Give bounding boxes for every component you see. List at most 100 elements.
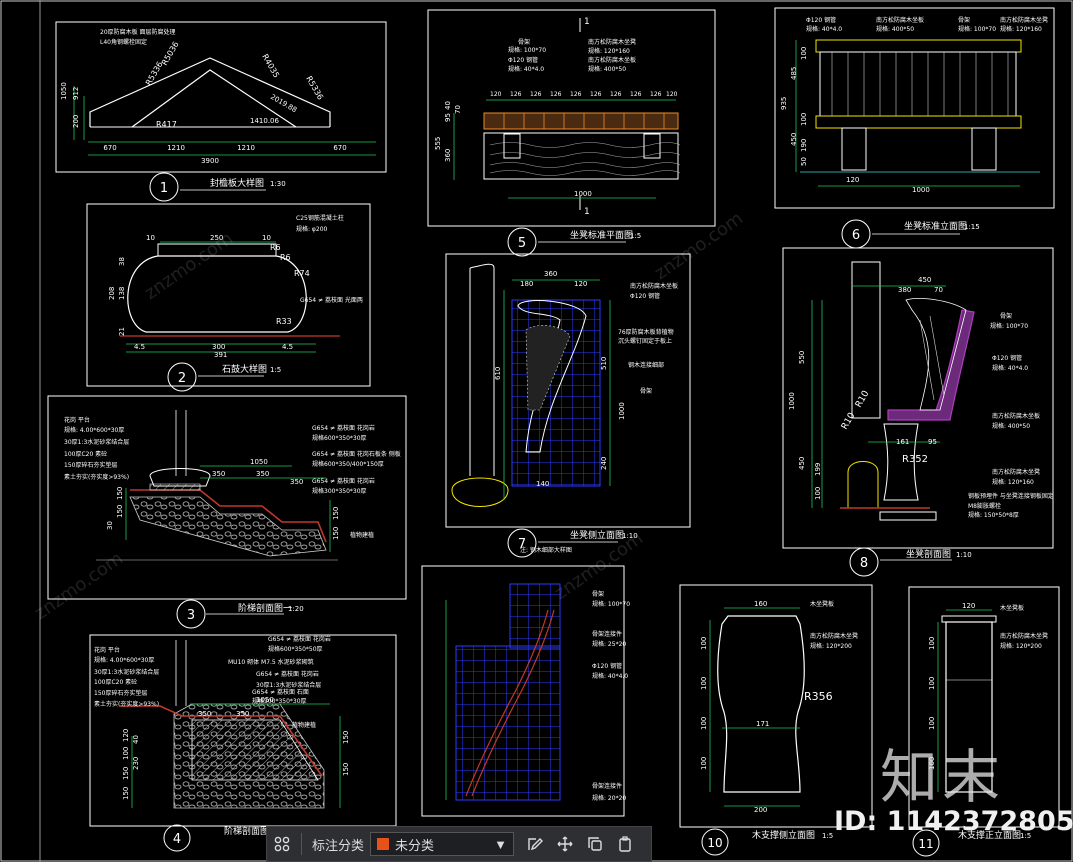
p5-dim-1000: 1000 (574, 190, 592, 198)
p8-r-352: R352 (902, 454, 928, 465)
paste-icon[interactable] (610, 829, 640, 859)
p8-dim-95: 95 (928, 438, 937, 446)
p9-note-7: 骨架连接件 (592, 782, 622, 790)
p3-note-6: 素土夯实(夯实度>93%) (64, 473, 129, 481)
chevron-down-icon: ▼ (494, 836, 508, 852)
p7-dim-240: 240 (600, 457, 608, 470)
p6-dim-1000: 1000 (912, 186, 930, 194)
p7-note-5: 钢木连接细部 (628, 361, 664, 369)
p7-note-2: Φ120 钢管 (630, 292, 660, 300)
p2-r1: R6 (270, 243, 281, 252)
title-11-num: 11 (918, 837, 933, 851)
panel-3-drawing: 花岗 平台 规格: 4.00*600*30厚 30厚1:3水泥砂浆结合层 100… (64, 410, 401, 561)
p5-dim-126g: 126 (630, 91, 642, 98)
p3-dim-150d: 150 (332, 527, 340, 540)
p1-dim-d: 670 (333, 144, 346, 152)
p8-dim-450: 450 (798, 457, 806, 470)
p6-dim-50: 50 (800, 157, 808, 166)
p10-dim-171: 171 (756, 720, 769, 728)
copy-icon[interactable] (580, 829, 610, 859)
p11-note-2: 南方松防腐木坐凳 (1000, 632, 1048, 640)
watermark-logo: 知末 (880, 743, 1005, 811)
p3-dim-350a: 350 (212, 470, 225, 478)
paste-icon-svg (619, 836, 631, 852)
p4-dim-150c: 150 (122, 787, 130, 800)
p2-dim-391: 391 (214, 351, 227, 359)
p8-dim-100: 100 (814, 487, 822, 500)
title-3-text: 阶梯剖面图一 (238, 602, 292, 614)
p7-note-3: 76厚防腐木板背植物 (618, 328, 674, 336)
p4-dim-1050: 1050 (256, 696, 274, 704)
title-7-text: 坐凳侧立面图 (570, 529, 624, 541)
p7-dim-360: 360 (544, 270, 557, 278)
p6-note-3: 南方松防腐木坐板 (876, 16, 924, 24)
panel-9-drawing: 骨架 规格: 100*70 骨架连接件 规格: 25*20 Φ120 钢管 规格… (445, 583, 630, 802)
p11-note-1: 木坐凳板 (1000, 604, 1024, 612)
p10-dim-100b: 100 (700, 677, 708, 690)
p4-dim-100: 100 (122, 747, 130, 760)
title-5: 5 坐凳标准平面图 1:5 (507, 227, 641, 257)
p4-note-3: 30厚1:3水泥砂浆结合层 (94, 668, 159, 676)
p1-r3: R4035 (260, 53, 281, 80)
p4-note-8: 规格600*350*50厚 (268, 645, 323, 653)
p8-note-4: 规格: 40*4.0 (992, 364, 1028, 372)
p1-misc-1: 1410.06 (250, 117, 279, 125)
title-7-num: 7 (518, 537, 526, 552)
p2-dim-21: 21 (118, 327, 126, 336)
move-icon-svg (557, 836, 573, 852)
title-10-text: 木支撑侧立面图 (752, 829, 815, 841)
p1-dim-h: 1050 (60, 82, 68, 100)
title-3-num: 3 (187, 608, 195, 623)
p5-note-3: Φ120 钢管 (508, 56, 538, 64)
title-10-num: 10 (707, 836, 722, 850)
p5-note-6: 规格: 120*160 (588, 47, 630, 55)
p5-note-2: 规格: 100*70 (508, 46, 546, 54)
move-icon[interactable] (550, 829, 580, 859)
title-8-num: 8 (860, 556, 868, 571)
p10-note-3: 规格: 120*200 (810, 642, 852, 650)
title-10-scale: 1:5 (822, 832, 833, 840)
p10-dim-160: 160 (754, 600, 767, 608)
p2-dim-208: 208 (108, 287, 116, 300)
p5-dim-555: 555 (434, 137, 442, 150)
p6-note-2: 规格: 40*4.0 (806, 25, 842, 33)
grid-icon[interactable] (267, 829, 297, 859)
category-select[interactable]: 未分类 ▼ (370, 832, 515, 856)
panel-7-drawing: 南方松防腐木坐板 Φ120 钢管 76厚防腐木板背植物 沉头螺钉固定于板上 钢木… (451, 263, 678, 554)
p7-note-6: 骨架 (640, 387, 652, 395)
p3-note-2: 规格: 4.00*600*30厚 (64, 426, 124, 434)
p3-note-8: 规格600*350*30厚 (312, 434, 367, 442)
p11-dim-100a: 100 (928, 637, 936, 650)
diagonal-watermark: znzmo.com znzmo.com znzmo.com znzmo.com (31, 208, 747, 624)
p2-dim-45b: 4.5 (282, 343, 293, 351)
p7-note-4: 沉头螺钉固定于板上 (618, 337, 672, 345)
p4-note-4: 100厚C20 素砼 (94, 678, 137, 686)
panel-6-drawing: Φ120 钢管 规格: 40*4.0 南方松防腐木坐板 规格: 400*50 骨… (780, 16, 1048, 194)
p10-r-356: R356 (804, 690, 833, 703)
title-5-text: 坐凳标准平面图 (570, 229, 633, 241)
p7-dim-140: 140 (536, 480, 549, 488)
p6-note-7: 南方松防腐木坐凳 (1000, 16, 1048, 24)
p8-dim-70: 70 (934, 286, 943, 294)
p3-note-9: G654 ≠ 荔枝面 花岗石板条 侧板 (312, 450, 401, 458)
p3-note-5: 150厚碎石夯实垫层 (64, 461, 117, 469)
panel-1-drawing: 20厚防腐木板 面层防腐处理 L40角钢螺栓固定 3900 1210 1210 … (60, 28, 376, 165)
p5-dim-40: 40 (444, 101, 452, 110)
p2-note-1: C25钢筋混凝土柱 (296, 214, 344, 222)
p6-note-1: Φ120 钢管 (806, 16, 836, 24)
p1-dim-b: 1210 (237, 144, 255, 152)
edit-icon[interactable] (520, 829, 550, 859)
p6-dim-120: 120 (846, 176, 859, 184)
title-4-num: 4 (173, 832, 181, 847)
p9-note-5: Φ120 钢管 (592, 662, 622, 670)
p4-note-7: G654 ≠ 荔枝面 花岗岩 (268, 635, 331, 643)
title-6-text: 坐凳标准立面图 (904, 220, 967, 232)
title-1-num: 1 (160, 181, 168, 196)
p5-dim-126b: 126 (530, 91, 542, 98)
p4-note-6: 素土夯实(夯实度>93%) (94, 700, 159, 708)
p5-note-5: 南方松防腐木坐凳 (588, 38, 636, 46)
p6-dim-190: 190 (800, 139, 808, 152)
title-6-scale: 1:15 (964, 223, 980, 231)
copy-icon-svg (588, 837, 602, 851)
title-10: 10 木支撑侧立面图 1:5 (701, 828, 833, 856)
